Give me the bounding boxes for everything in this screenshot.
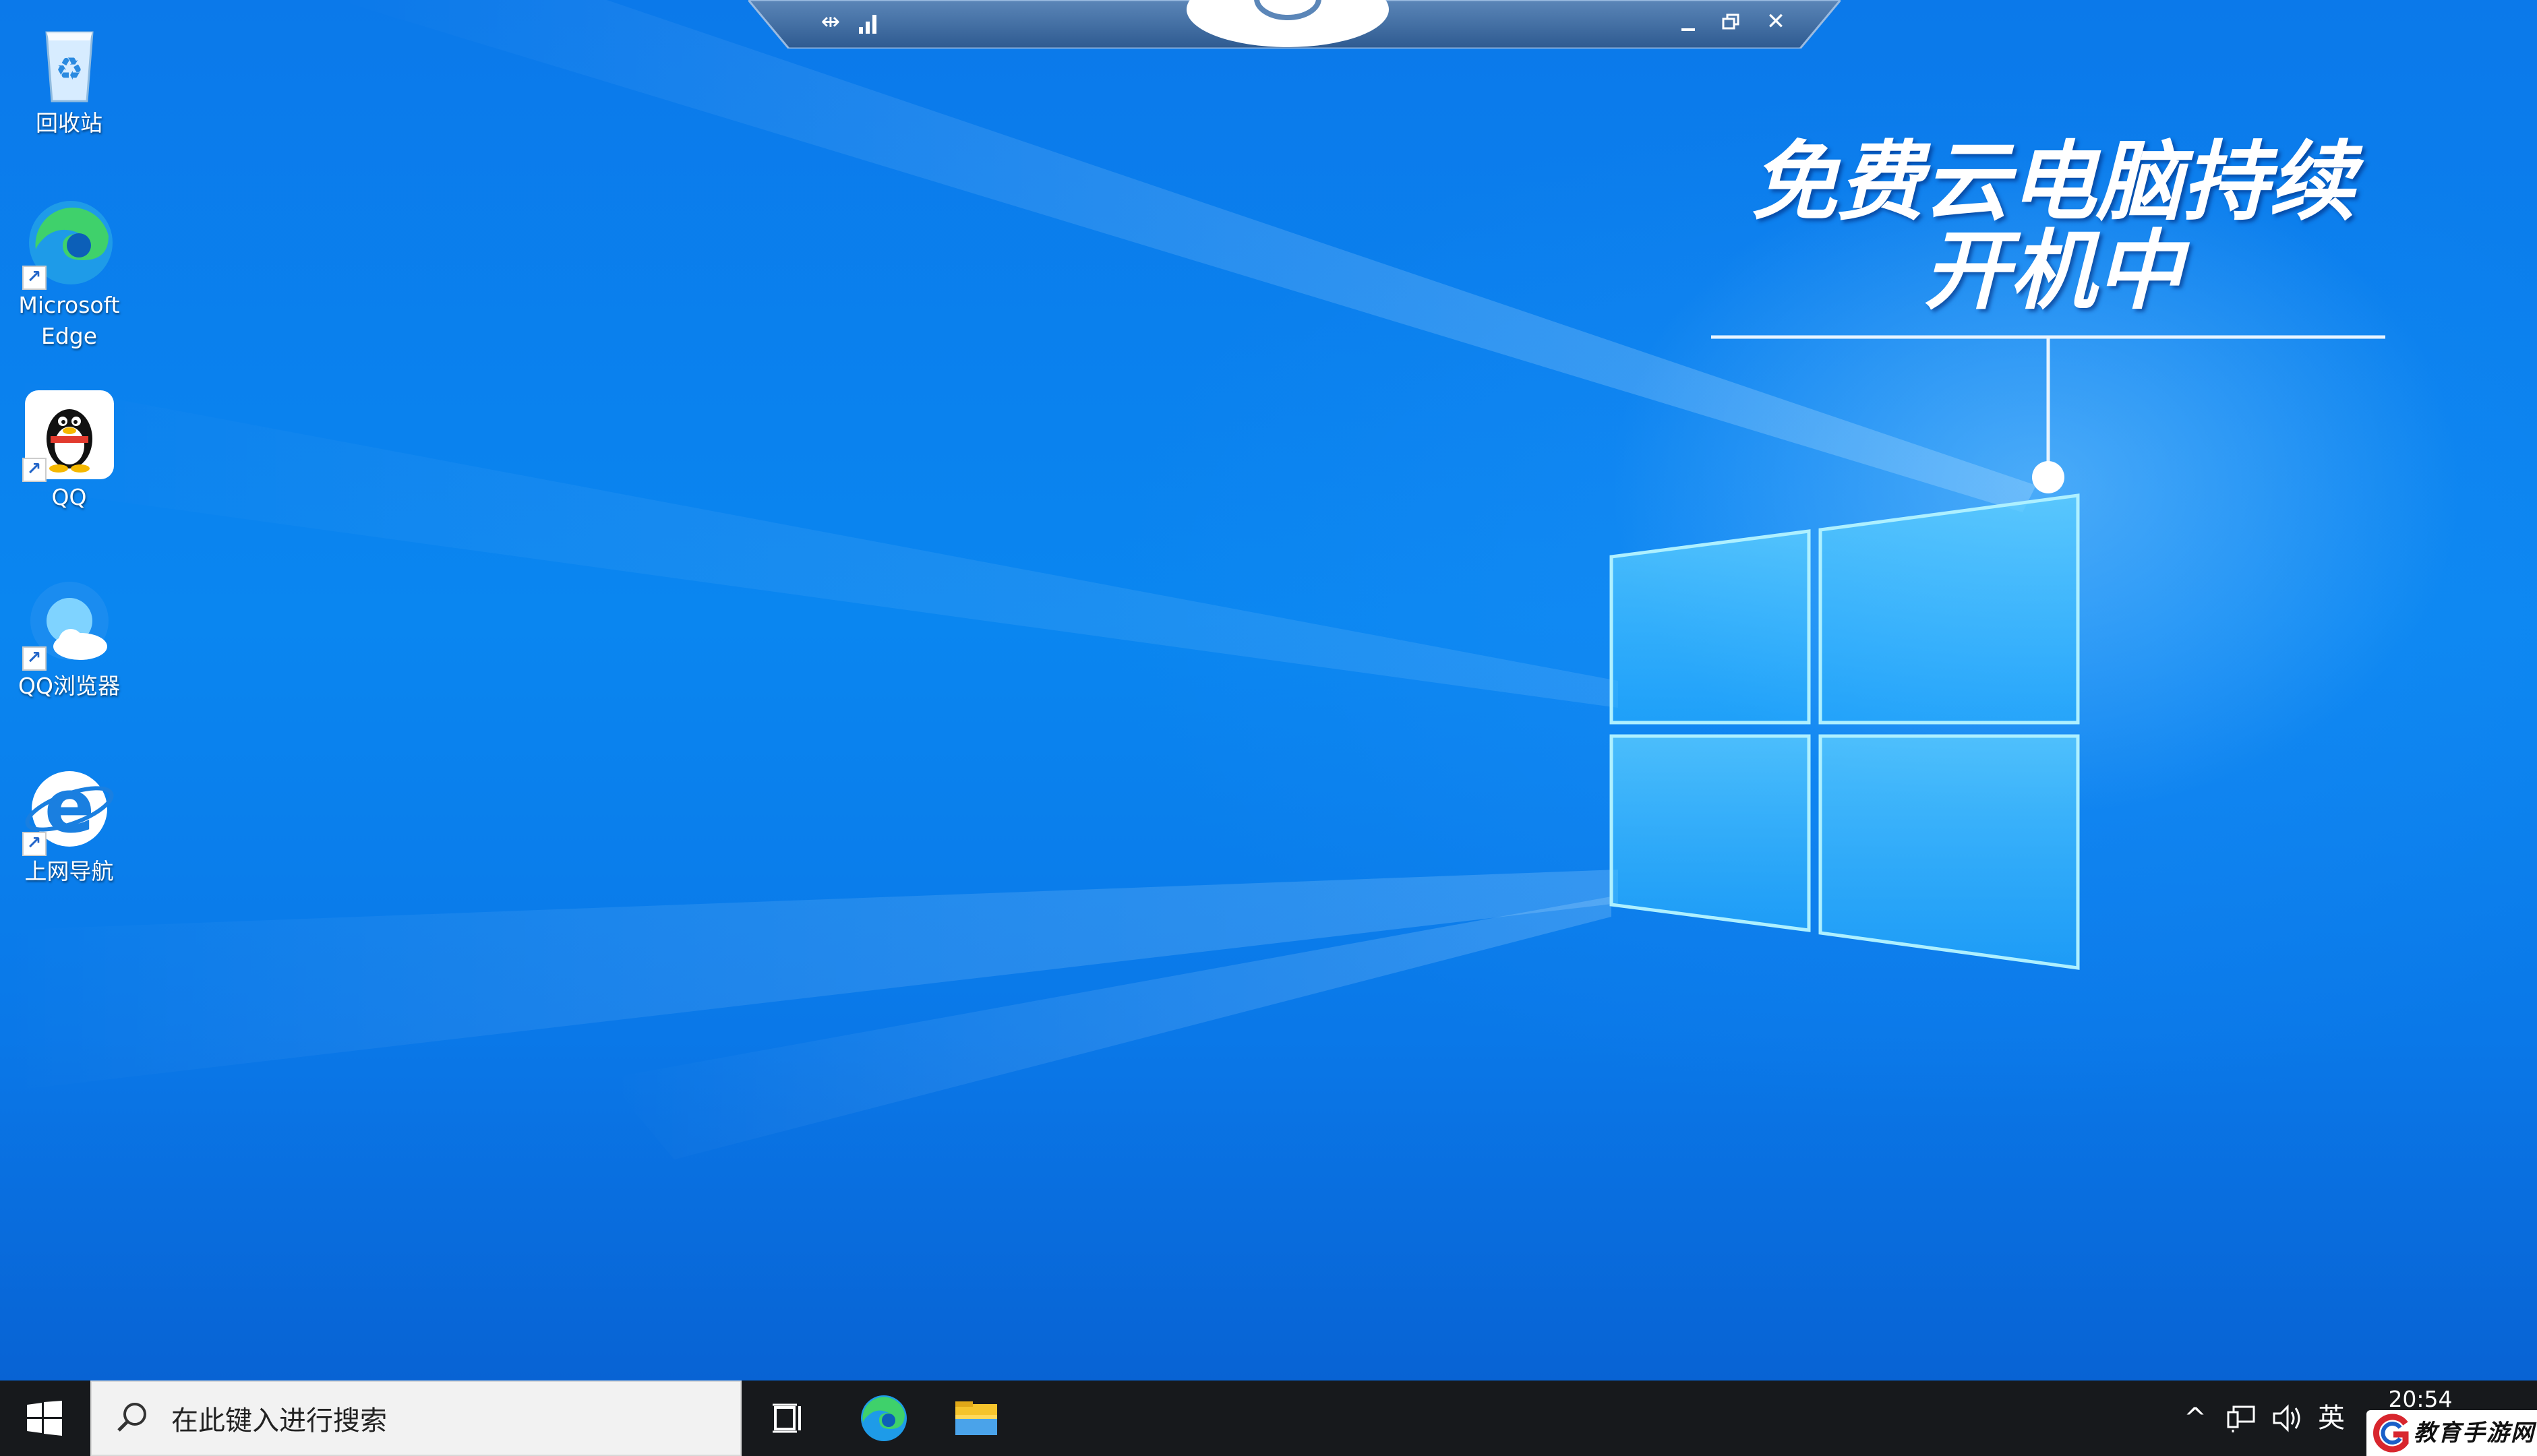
caption-callout-line	[1711, 335, 2385, 493]
network-icon[interactable]	[2221, 1398, 2261, 1438]
start-button[interactable]	[0, 1381, 89, 1456]
watermark-text: 教育手游网	[2414, 1420, 2535, 1447]
taskbar: 在此键入进行搜索 ^ 英 20:54	[0, 1381, 2537, 1456]
taskbar-edge-button[interactable]	[839, 1381, 927, 1456]
windows-start-icon	[27, 1401, 62, 1436]
watermark-logo-icon	[2373, 1414, 2409, 1453]
clock-time[interactable]: 20:54	[2373, 1386, 2468, 1413]
taskbar-file-explorer-button[interactable]	[932, 1381, 1020, 1456]
show-hidden-icons-chevron[interactable]: ^	[2179, 1398, 2211, 1438]
task-view-icon	[773, 1403, 801, 1433]
site-watermark: 教育手游网	[2366, 1410, 2537, 1456]
desktop-background: ♻ 回收站 ↗ Microsoft Edge ↗ QQ ↗ QQ浏览器 e ↗ …	[0, 0, 2537, 1381]
taskbar-search-box[interactable]: 在此键入进行搜索	[90, 1381, 742, 1456]
file-explorer-icon	[955, 1401, 997, 1435]
edge-icon	[861, 1395, 907, 1441]
volume-icon[interactable]	[2267, 1398, 2307, 1438]
search-icon	[117, 1403, 146, 1432]
search-placeholder: 在此键入进行搜索	[171, 1405, 387, 1436]
input-language-indicator[interactable]: 英	[2311, 1398, 2352, 1438]
task-view-button[interactable]	[745, 1381, 833, 1456]
